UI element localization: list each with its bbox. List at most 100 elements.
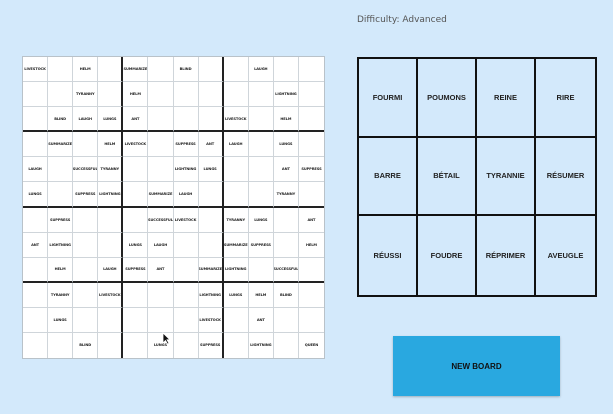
grid-cell[interactable]: LUNGS [198, 157, 224, 183]
grid-cell[interactable] [298, 132, 324, 158]
grid-cell[interactable]: ANT [248, 307, 274, 333]
grid-cell[interactable] [98, 232, 124, 258]
grid-cell[interactable]: HELM [48, 257, 74, 283]
grid-cell[interactable]: HELM [298, 233, 324, 258]
grid-cell[interactable] [48, 332, 74, 358]
word-tile[interactable]: RÉPRIMER [477, 216, 536, 295]
grid-cell[interactable]: LAUGH [148, 232, 174, 258]
grid-cell[interactable]: ANT [273, 157, 299, 183]
grid-cell[interactable]: HELM [123, 82, 149, 108]
grid-cell[interactable] [173, 107, 199, 133]
grid-cell[interactable]: HELM [273, 107, 299, 133]
grid-cell[interactable]: LIGHTNING [273, 82, 299, 108]
grid-cell[interactable] [198, 82, 224, 108]
grid-cell[interactable] [98, 307, 124, 333]
word-tile[interactable]: FOUDRE [418, 216, 477, 295]
grid-cell[interactable]: LIVESTOCK [173, 207, 199, 233]
grid-cell[interactable]: QUEEN [299, 333, 324, 358]
grid-cell[interactable] [123, 182, 149, 208]
grid-cell[interactable]: BLIND [48, 107, 74, 133]
word-tile[interactable]: RÉUSSI [359, 216, 418, 295]
grid-cell[interactable]: LAUGH [248, 57, 274, 83]
grid-cell[interactable] [248, 257, 274, 283]
grid-cell[interactable] [148, 82, 174, 108]
grid-cell[interactable]: BLIND [73, 332, 99, 358]
grid-cell[interactable] [273, 232, 299, 258]
grid-cell[interactable] [123, 332, 149, 358]
grid-cell[interactable] [198, 57, 224, 83]
grid-cell[interactable]: HELM [248, 282, 274, 308]
grid-cell[interactable]: LAUGH [98, 257, 124, 283]
grid-cell[interactable] [273, 57, 299, 83]
grid-cell[interactable]: SUPPRESS [199, 332, 224, 358]
grid-cell[interactable] [23, 307, 49, 333]
grid-cell[interactable]: LUNGS [23, 182, 49, 208]
grid-cell[interactable]: SUMMARIZE [198, 257, 224, 283]
grid-cell[interactable]: LIGHTNING [98, 182, 124, 208]
grid-cell[interactable]: SUPPRESS [48, 207, 74, 233]
grid-cell[interactable]: LAUGH [73, 107, 99, 133]
grid-cell[interactable]: HELM [98, 132, 124, 158]
grid-cell[interactable] [23, 207, 49, 233]
grid-cell[interactable] [73, 257, 99, 283]
grid-cell[interactable]: TYRANNY [73, 82, 99, 108]
grid-cell[interactable] [198, 232, 224, 258]
grid-cell[interactable] [23, 282, 49, 308]
grid-cell[interactable] [123, 282, 149, 308]
grid-cell[interactable]: LUNGS [273, 132, 299, 158]
grid-cell[interactable]: SUCCESSFUL [73, 157, 99, 183]
grid-cell[interactable]: LIGHTNING [223, 257, 249, 283]
grid-cell[interactable] [224, 332, 249, 358]
grid-cell[interactable]: LIVESTOCK [123, 132, 149, 158]
grid-cell[interactable] [248, 132, 274, 158]
grid-cell[interactable] [173, 307, 199, 333]
grid-cell[interactable]: SUMMARIZE [223, 232, 249, 258]
grid-cell[interactable]: LUNGS [48, 307, 74, 333]
grid-cell[interactable]: SUPPRESS [248, 232, 274, 258]
grid-cell[interactable]: LUNGS [248, 207, 274, 233]
grid-cell[interactable]: LIVESTOCK [198, 307, 224, 333]
grid-cell[interactable] [173, 82, 199, 108]
grid-cell[interactable] [23, 82, 49, 108]
grid-cell[interactable]: SUMMARIZE [148, 182, 174, 208]
grid-cell[interactable] [98, 82, 124, 108]
word-tile[interactable]: AVEUGLE [536, 216, 595, 295]
grid-cell[interactable]: ANT [298, 208, 324, 233]
grid-cell[interactable]: BLIND [173, 57, 199, 83]
grid-cell[interactable]: ANT [23, 232, 49, 258]
grid-cell[interactable]: TYRANNY [48, 282, 74, 308]
grid-cell[interactable] [148, 307, 174, 333]
grid-cell[interactable]: LAUGH [173, 182, 199, 208]
grid-cell[interactable]: LIGHTNING [173, 157, 199, 183]
grid-cell[interactable] [23, 132, 49, 158]
grid-cell[interactable] [223, 82, 249, 108]
word-tile[interactable]: REINE [477, 59, 536, 138]
grid-cell[interactable] [98, 332, 124, 358]
grid-cell[interactable]: LAUGH [223, 132, 249, 158]
grid-cell[interactable] [98, 207, 124, 233]
grid-cell[interactable]: TYRANNY [223, 207, 249, 233]
grid-cell[interactable] [48, 57, 74, 83]
grid-cell[interactable] [23, 107, 49, 133]
grid-cell[interactable] [23, 332, 49, 358]
grid-cell[interactable] [298, 107, 324, 133]
grid-cell[interactable] [198, 182, 224, 208]
grid-cell[interactable] [123, 207, 149, 233]
grid-cell[interactable]: SUPPRESS [123, 257, 149, 283]
grid-cell[interactable]: SUPPRESS [298, 157, 324, 183]
grid-cell[interactable]: LIVESTOCK [223, 107, 249, 133]
grid-cell[interactable]: TYRANNY [98, 157, 124, 183]
grid-cell[interactable] [48, 157, 74, 183]
word-tile[interactable]: RIRE [536, 59, 595, 138]
grid-cell[interactable]: SUPPRESS [73, 182, 99, 208]
word-tile[interactable]: BARRE [359, 137, 418, 217]
grid-cell[interactable] [198, 207, 224, 233]
grid-cell[interactable]: LIVESTOCK [98, 282, 124, 308]
grid-cell[interactable]: ANT [123, 107, 149, 133]
grid-cell[interactable] [223, 57, 249, 83]
grid-cell[interactable]: ANT [148, 257, 174, 283]
grid-cell[interactable] [173, 282, 199, 308]
grid-cell[interactable] [173, 232, 199, 258]
grid-cell[interactable]: ANT [198, 132, 224, 158]
grid-cell[interactable]: SUMMARIZE [48, 132, 74, 158]
